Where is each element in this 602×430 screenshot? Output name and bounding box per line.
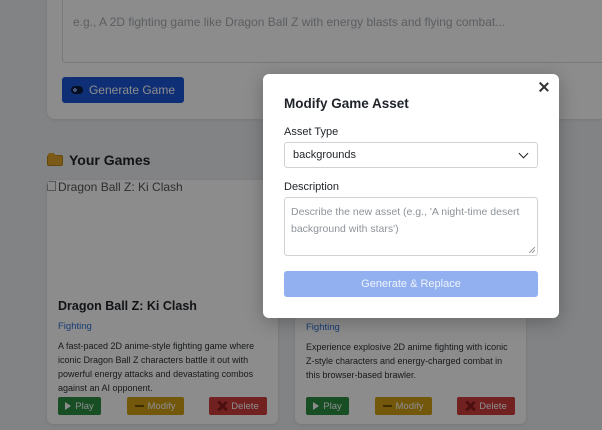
chevron-down-icon bbox=[518, 148, 529, 158]
description-label: Description bbox=[284, 181, 340, 193]
modal-title: Modify Game Asset bbox=[284, 96, 409, 111]
asset-type-value: backgrounds bbox=[293, 149, 356, 161]
close-icon[interactable] bbox=[538, 81, 550, 93]
asset-description-input[interactable]: Describe the new asset (e.g., 'A night-t… bbox=[284, 197, 538, 256]
resize-handle-icon[interactable] bbox=[529, 247, 535, 253]
generate-replace-button[interactable]: Generate & Replace bbox=[284, 271, 538, 297]
asset-description-placeholder: Describe the new asset (e.g., 'A night-t… bbox=[291, 206, 520, 235]
asset-type-select[interactable]: backgrounds bbox=[284, 142, 538, 168]
modify-asset-modal: Modify Game Asset Asset Type backgrounds… bbox=[263, 74, 559, 318]
asset-type-label: Asset Type bbox=[284, 126, 339, 138]
